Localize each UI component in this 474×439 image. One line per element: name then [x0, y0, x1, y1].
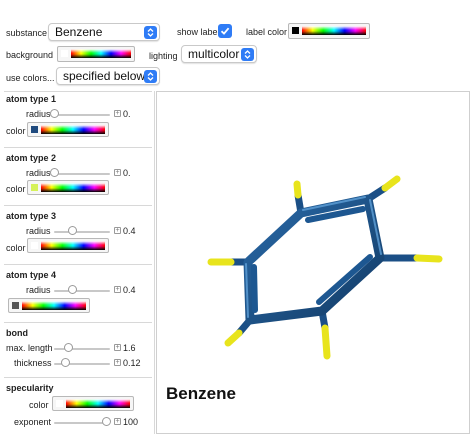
substance-value: Benzene [55, 25, 103, 39]
atom-type-4-radius-value: 0.4 [123, 285, 136, 295]
atom-type-3-swatch [31, 242, 38, 249]
background-color-button[interactable] [57, 46, 135, 62]
atom-type-4-color-button[interactable] [8, 298, 90, 313]
plus-icon[interactable]: + [114, 344, 121, 351]
background-color-swatch [61, 50, 68, 57]
specularity-exponent-slider-thumb[interactable] [101, 417, 111, 426]
bond-thickness-label: thickness [14, 358, 52, 368]
plus-icon[interactable]: + [114, 418, 121, 425]
molecule-view[interactable]: Benzene [156, 91, 470, 434]
atom-type-3-radius-slider[interactable] [54, 231, 110, 233]
lighting-popup[interactable]: multicolor [181, 45, 257, 63]
color-gradient [302, 26, 366, 35]
checkmark-icon [220, 27, 230, 35]
substance-label: substance [6, 28, 48, 38]
divider [4, 205, 152, 206]
atom-type-3-radius-label: radius [26, 226, 51, 236]
atom-type-2-title: atom type 2 [6, 153, 57, 163]
bond-max-length-label: max. length [6, 343, 53, 353]
hydrogen-atom [413, 254, 443, 263]
atom-type-2-radius-value: 0. [123, 168, 131, 178]
atom-type-2-radius-slider[interactable] [54, 173, 110, 175]
atom-type-1-swatch [31, 126, 38, 133]
atom-type-4-swatch [12, 302, 19, 309]
show-label-label: show label [177, 27, 220, 37]
atom-type-2-color-label: color [6, 184, 26, 194]
color-gradient [66, 399, 130, 408]
specularity-swatch [56, 400, 63, 407]
atom-type-4-radius-label: radius [26, 285, 51, 295]
specularity-exponent-value: 100 [123, 417, 139, 427]
specularity-color-button[interactable] [52, 396, 134, 411]
divider [4, 264, 152, 265]
divider [4, 322, 152, 323]
chevron-updown-icon [241, 48, 254, 61]
divider [4, 91, 152, 92]
atom-type-2-color-button[interactable] [27, 180, 109, 195]
show-label-checkbox[interactable] [218, 24, 232, 38]
atom-type-2-radius-slider-thumb[interactable] [50, 168, 59, 177]
hydrogen-atom [321, 324, 331, 360]
use-colors-popup[interactable]: specified below [56, 67, 160, 85]
specularity-title: specularity [6, 383, 54, 393]
bond-max-length-slider[interactable] [54, 348, 110, 350]
plus-icon[interactable]: + [114, 359, 121, 366]
specularity-exponent-label: exponent [14, 417, 52, 427]
label-color-swatch [292, 27, 299, 34]
bond-max-length-slider-thumb[interactable] [64, 343, 73, 352]
color-gradient [22, 301, 86, 310]
double-bond [251, 264, 258, 313]
hydrogen-atom [224, 329, 243, 347]
atom-type-1-radius-value: 0. [123, 109, 131, 119]
color-gradient [71, 49, 131, 58]
atom-type-1-radius-slider-thumb[interactable] [50, 109, 59, 118]
molecule-graphic[interactable] [157, 92, 469, 372]
background-label: background [6, 50, 54, 60]
label-color-button[interactable] [288, 23, 370, 39]
bond-title: bond [6, 328, 28, 338]
chevron-updown-icon [144, 26, 157, 39]
label-color-label: label color [246, 27, 288, 37]
atom-type-3-title: atom type 3 [6, 211, 57, 221]
plus-icon[interactable]: + [114, 110, 121, 117]
atom-type-4-title: atom type 4 [6, 270, 57, 280]
hydrogen-atom [293, 180, 302, 199]
divider [4, 377, 152, 378]
color-gradient [41, 241, 105, 250]
atom-type-2-swatch [31, 184, 38, 191]
bond-thickness-value: 0.12 [123, 358, 141, 368]
divider [4, 147, 152, 148]
atom-type-1-radius-label: radius [26, 109, 51, 119]
atom-type-4-radius-slider[interactable] [54, 290, 110, 292]
atom-type-2-radius-label: radius [26, 168, 51, 178]
use-colors-label: use colors... [6, 73, 55, 83]
plus-icon[interactable]: + [114, 169, 121, 176]
color-gradient [41, 183, 105, 192]
atom-type-3-color-button[interactable] [27, 238, 109, 253]
substance-popup[interactable]: Benzene [48, 23, 160, 41]
bond-thickness-slider-thumb[interactable] [61, 358, 71, 367]
atom-type-3-radius-slider-thumb[interactable] [68, 226, 78, 235]
atom-type-3-color-label: color [6, 243, 26, 253]
atom-type-1-title: atom type 1 [6, 94, 57, 104]
bond-max-length-value: 1.6 [123, 343, 136, 353]
atom-type-1-color-button[interactable] [27, 122, 109, 137]
molecule-caption: Benzene [166, 384, 236, 403]
plus-icon[interactable]: + [114, 227, 121, 234]
atom-type-1-color-label: color [6, 126, 26, 136]
atom-type-1-radius-slider[interactable] [54, 114, 110, 116]
lighting-value: multicolor [188, 47, 240, 61]
atom-type-4-radius-slider-thumb[interactable] [68, 285, 78, 294]
color-gradient [41, 125, 105, 134]
specularity-color-label: color [29, 400, 49, 410]
hydrogen-atom [381, 175, 401, 192]
sidebar-divider [154, 91, 155, 434]
lighting-label: lighting [149, 51, 178, 61]
use-colors-value: specified below [63, 69, 146, 83]
atom-type-3-radius-value: 0.4 [123, 226, 136, 236]
chevron-updown-icon [144, 70, 157, 83]
plus-icon[interactable]: + [114, 286, 121, 293]
